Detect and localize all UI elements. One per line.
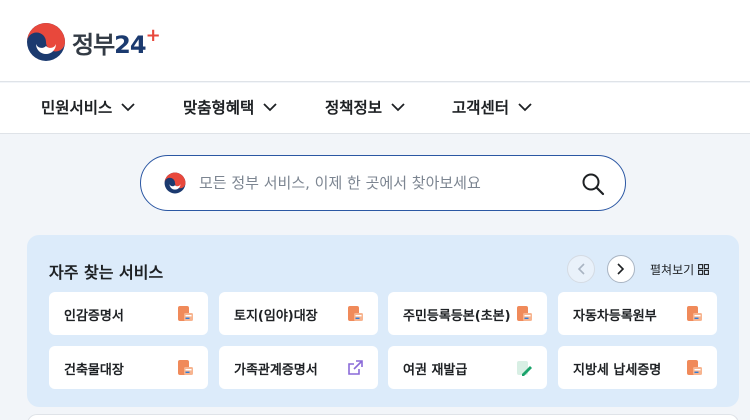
service-card-building-register[interactable]: 건축물대장 — [49, 346, 208, 389]
search-bar — [140, 155, 626, 211]
chevron-down-icon — [391, 102, 405, 111]
document-icon — [178, 360, 193, 375]
edit-document-icon — [517, 361, 532, 376]
nav-item-label: 민원서비스 — [41, 99, 113, 117]
service-card-label: 인감증명서 — [64, 309, 124, 324]
logo-name: 정부 — [72, 30, 115, 59]
chevron-down-icon — [518, 102, 532, 111]
service-card-resident-registration[interactable]: 주민등록등본(초본) — [388, 292, 547, 335]
nav-item-civil-services[interactable]: 민원서비스 — [41, 96, 135, 118]
service-card-label: 여권 재발급 — [403, 363, 468, 378]
chevron-left-icon — [577, 263, 585, 275]
site-logo[interactable]: 정부24+ — [26, 22, 161, 62]
nav-item-custom-benefits[interactable]: 맞춤형혜택 — [183, 96, 277, 118]
chevron-right-icon — [617, 263, 625, 275]
service-card-label: 토지(임야)대장 — [234, 309, 318, 324]
service-card-label: 자동차등록원부 — [573, 309, 657, 324]
next-section-edge — [27, 414, 739, 420]
external-link-icon — [348, 360, 363, 375]
logo-plus: + — [145, 24, 161, 46]
document-icon — [178, 306, 193, 321]
main-navigation: 민원서비스 맞춤형혜택 정책정보 고객센터 — [0, 83, 750, 134]
service-card-label: 지방세 납세증명 — [573, 363, 662, 378]
expand-all-button[interactable]: 펼쳐보기 — [650, 261, 710, 278]
service-card-seal-certificate[interactable]: 인감증명서 — [49, 292, 208, 335]
document-icon — [687, 306, 702, 321]
document-icon — [348, 306, 363, 321]
chevron-down-icon — [121, 102, 135, 111]
nav-item-label: 맞춤형혜택 — [183, 99, 255, 117]
service-card-passport-reissue[interactable]: 여권 재발급 — [388, 346, 547, 389]
grid-icon — [698, 264, 710, 275]
logo-number: 24 — [114, 30, 146, 59]
document-icon — [517, 306, 532, 321]
section-title: 자주 찾는 서비스 — [49, 263, 164, 282]
site-logo-text: 정부24+ — [72, 24, 161, 60]
service-card-vehicle-register[interactable]: 자동차등록원부 — [558, 292, 717, 335]
nav-item-policy-info[interactable]: 정책정보 — [325, 96, 405, 118]
service-card-family-relation[interactable]: 가족관계증명서 — [219, 346, 378, 389]
service-card-local-tax[interactable]: 지방세 납세증명 — [558, 346, 717, 389]
document-icon — [687, 360, 702, 375]
service-card-label: 가족관계증명서 — [234, 363, 318, 378]
nav-item-label: 고객센터 — [452, 99, 510, 117]
search-input[interactable] — [199, 170, 569, 196]
service-card-land-register[interactable]: 토지(임야)대장 — [219, 292, 378, 335]
site-header: 정부24+ — [0, 0, 750, 82]
carousel-prev-button[interactable] — [567, 255, 595, 283]
carousel-next-button[interactable] — [607, 255, 635, 283]
expand-label: 펼쳐보기 — [650, 263, 695, 277]
service-card-label: 주민등록등본(초본) — [403, 309, 511, 324]
service-card-label: 건축물대장 — [64, 363, 124, 378]
taegeuk-emblem-icon — [164, 172, 186, 194]
taegeuk-emblem-icon — [27, 23, 65, 61]
nav-item-label: 정책정보 — [325, 99, 383, 117]
frequent-services-panel: 자주 찾는 서비스 펼쳐보기 인감증명서 토지(임야)대장 주민등록등본(초본)… — [27, 235, 739, 407]
search-icon[interactable] — [581, 172, 605, 196]
nav-item-customer-center[interactable]: 고객센터 — [452, 96, 532, 118]
chevron-down-icon — [263, 102, 277, 111]
